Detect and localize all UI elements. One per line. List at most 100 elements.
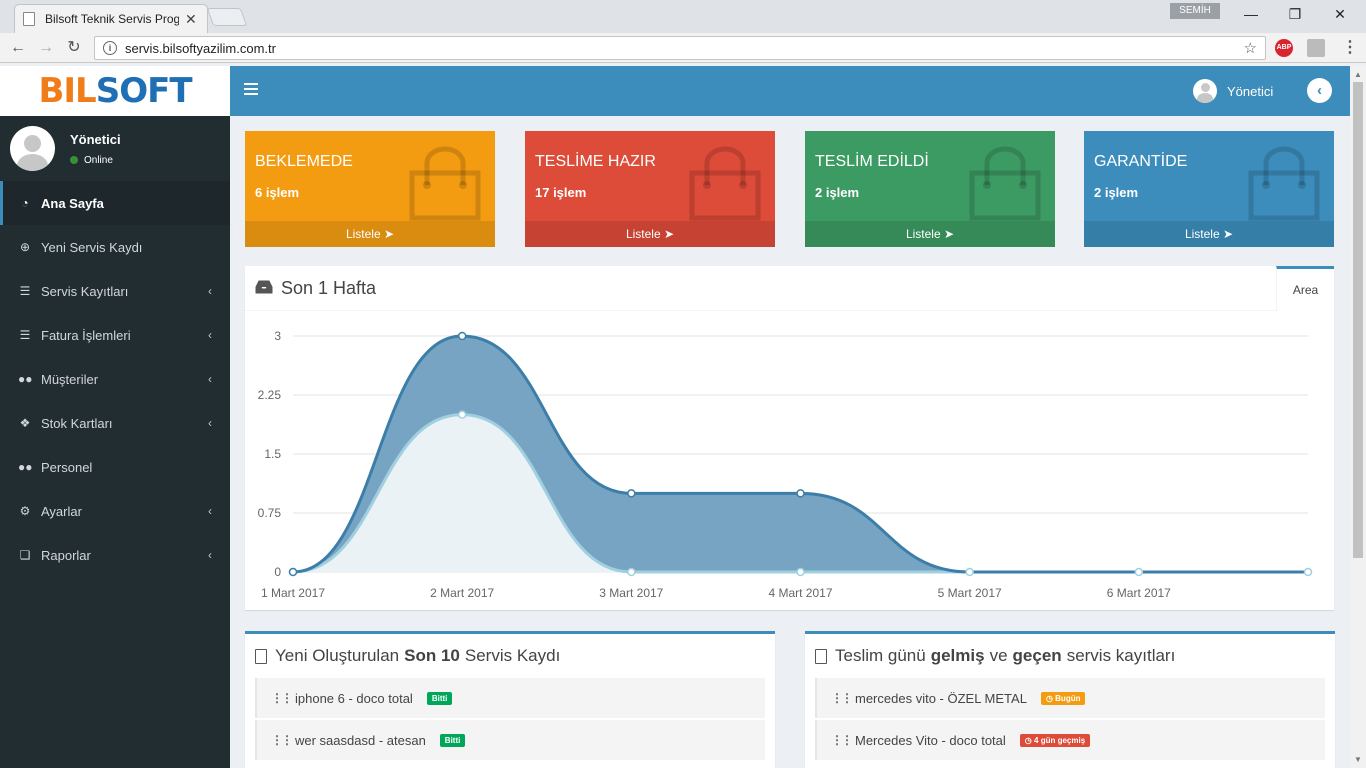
star-icon[interactable]: ☆ — [1244, 39, 1257, 57]
list-item[interactable]: ⋮⋮ Mercedes Vito - doco total ◷ 4 gün ge… — [815, 720, 1325, 760]
panel-title: Teslim günü gelmiş ve geçen servis kayıtları — [805, 634, 1335, 678]
url-text: servis.bilsoftyazilim.com.tr — [125, 40, 276, 56]
arrow-circle-right-icon: ➤ — [943, 227, 955, 241]
shopping-bag-icon — [689, 146, 761, 221]
dashboard-icon: ◔ — [21, 196, 29, 210]
chevron-left-icon: ‹ — [208, 328, 212, 342]
arrow-circle-right-icon: ➤ — [383, 227, 395, 241]
card-teslime-hazir: TESLİME HAZIR 17 işlem Listele ➤ — [525, 131, 775, 247]
avatar — [10, 126, 55, 171]
panel-title: Yeni Oluşturulan Son 10 Servis Kaydı — [245, 634, 775, 678]
series-2-point — [965, 567, 974, 577]
status-badge: ◷ 4 gün geçmiş — [1019, 733, 1091, 747]
plus-circle-icon: ⊕ — [19, 240, 31, 254]
address-bar: ← → ↻ i servis.bilsoftyazilim.com.tr ☆ A… — [0, 33, 1366, 63]
drag-handle-icon[interactable]: ⋮⋮ — [271, 733, 293, 747]
close-tab-icon[interactable]: ✕ — [185, 11, 197, 28]
browser-tab-bar: Bilsoft Teknik Servis Prog ✕ SEMİH — ❐ ✕ — [0, 0, 1366, 33]
scrollbar-thumb[interactable] — [1353, 82, 1363, 558]
top-navbar: Yönetici ‹ — [230, 66, 1350, 116]
series-1-point — [457, 331, 467, 341]
chevron-left-icon: ‹ — [208, 504, 212, 518]
chevron-left-icon: ‹ — [208, 284, 212, 298]
listele-link[interactable]: Listele ➤ — [245, 221, 495, 247]
menu-kebab-icon[interactable]: ⋮ — [1340, 38, 1360, 58]
forward-arrow-icon[interactable]: → — [36, 38, 56, 58]
chart-title: Son 1 Hafta — [281, 278, 377, 298]
new-tab-button[interactable] — [206, 8, 248, 26]
series-2-point — [796, 567, 805, 577]
hamburger-menu-icon[interactable] — [244, 83, 258, 99]
chart-panel: Son 1 Hafta Area 0 0.75 1.5 2.25 3 1 Mart 201… — [245, 266, 1334, 610]
info-icon[interactable]: i — [103, 41, 117, 55]
chevron-left-icon: ‹ — [208, 416, 212, 430]
shopping-bag-icon — [409, 146, 481, 221]
listele-link[interactable]: Listele ➤ — [805, 221, 1055, 247]
tab-area[interactable]: Area — [1276, 266, 1334, 311]
tab-title: Bilsoft Teknik Servis Prog — [45, 12, 179, 26]
x-tick-label: 5 Mart 2017 — [938, 586, 1002, 600]
sidebar-item-personel[interactable]: ●● Personel — [0, 445, 230, 489]
sidebar-item-raporlar[interactable]: ❏ Raporlar ‹ — [0, 533, 230, 577]
minimize-icon[interactable]: — — [1236, 4, 1266, 24]
close-window-icon[interactable]: ✕ — [1325, 4, 1355, 24]
user-status: Online — [70, 155, 121, 166]
inbox-icon — [255, 280, 273, 294]
series-1-point — [288, 567, 298, 577]
page-scrollbar[interactable]: ▲ ▼ — [1350, 66, 1366, 768]
area-chart: 0 0.75 1.5 2.25 3 1 Mart 2017 2 Mart 2017 3 Mar… — [258, 329, 1313, 600]
sidebar-item-ayarlar[interactable]: ⚙ Ayarlar ‹ — [0, 489, 230, 533]
drag-handle-icon[interactable]: ⋮⋮ — [831, 733, 853, 747]
chevron-left-icon: ‹ — [208, 548, 212, 562]
sidebar-item-servis-kayitlari[interactable]: ☰ Servis Kayıtları ‹ — [0, 269, 230, 313]
chevron-left-icon: ‹ — [208, 372, 212, 386]
y-tick-label: 0 — [274, 565, 281, 579]
pdf-extension-icon[interactable] — [1307, 39, 1325, 57]
y-tick-label: 0.75 — [258, 506, 282, 520]
users-icon: ●● — [18, 460, 33, 474]
x-tick-label: 2 Mart 2017 — [430, 586, 494, 600]
list-item[interactable]: ⋮⋮ iphone 6 - doco total Bitti — [255, 678, 765, 718]
logo[interactable]: BILSOFT — [0, 66, 230, 116]
sidebar: BILSOFT Yönetici Online ◔ Ana Sayfa ⊕ Ye… — [0, 66, 230, 768]
sidebar-item-musteriler[interactable]: ●● Müşteriler ‹ — [0, 357, 230, 401]
online-dot-icon — [70, 156, 78, 164]
sidebar-item-yeni-servis[interactable]: ⊕ Yeni Servis Kaydı — [0, 225, 230, 269]
back-arrow-icon[interactable]: ← — [8, 38, 28, 58]
browser-tab[interactable]: Bilsoft Teknik Servis Prog ✕ — [14, 4, 208, 33]
listele-link[interactable]: Listele ➤ — [525, 221, 775, 247]
x-tick-label: 1 Mart 2017 — [261, 586, 325, 600]
x-tick-label: 3 Mart 2017 — [599, 586, 663, 600]
profile-badge[interactable]: SEMİH — [1170, 3, 1220, 19]
clipboard-icon — [815, 648, 827, 664]
sidebar-item-ana-sayfa[interactable]: ◔ Ana Sayfa — [0, 181, 230, 225]
listele-link[interactable]: Listele ➤ — [1084, 221, 1334, 247]
card-teslim-edildi: TESLİM EDİLDİ 2 işlem Listele ➤ — [805, 131, 1055, 247]
user-name: Yönetici — [70, 131, 121, 147]
list-item[interactable]: ⋮⋮ mercedes vito - ÖZEL METAL ◷ Bugün — [815, 678, 1325, 718]
adblock-icon[interactable]: ABP — [1275, 39, 1293, 57]
reload-icon[interactable]: ↻ — [64, 38, 84, 58]
drag-handle-icon[interactable]: ⋮⋮ — [831, 691, 853, 705]
status-badge: Bitti — [439, 733, 466, 747]
url-field[interactable]: i servis.bilsoftyazilim.com.tr ☆ — [94, 36, 1266, 60]
sidebar-item-fatura[interactable]: ☰ Fatura İşlemleri ‹ — [0, 313, 230, 357]
y-tick-label: 2.25 — [258, 388, 282, 402]
sidebar-item-stok[interactable]: ❖ Stok Kartları ‹ — [0, 401, 230, 445]
clock-icon: ◷ — [1045, 693, 1053, 703]
avatar — [1193, 79, 1217, 103]
series-2-point — [1303, 567, 1313, 577]
series-2-point — [627, 567, 636, 577]
list-icon: ☰ — [19, 284, 31, 298]
series-2-point — [1134, 567, 1144, 577]
x-tick-label: 6 Mart 2017 — [1107, 586, 1171, 600]
drag-handle-icon[interactable]: ⋮⋮ — [271, 691, 293, 705]
top-user-menu[interactable]: Yönetici — [1193, 79, 1273, 103]
chevron-left-circle-icon[interactable]: ‹ — [1307, 78, 1332, 103]
card-beklemede: BEKLEMEDE 6 işlem Listele ➤ — [245, 131, 495, 247]
user-panel: Yönetici Online — [0, 116, 230, 181]
list-item[interactable]: ⋮⋮ wer saasdasd - atesan Bitti — [255, 720, 765, 760]
restore-icon[interactable]: ❐ — [1280, 4, 1310, 24]
series-1-point — [796, 489, 805, 498]
users-icon: ●● — [18, 372, 33, 386]
